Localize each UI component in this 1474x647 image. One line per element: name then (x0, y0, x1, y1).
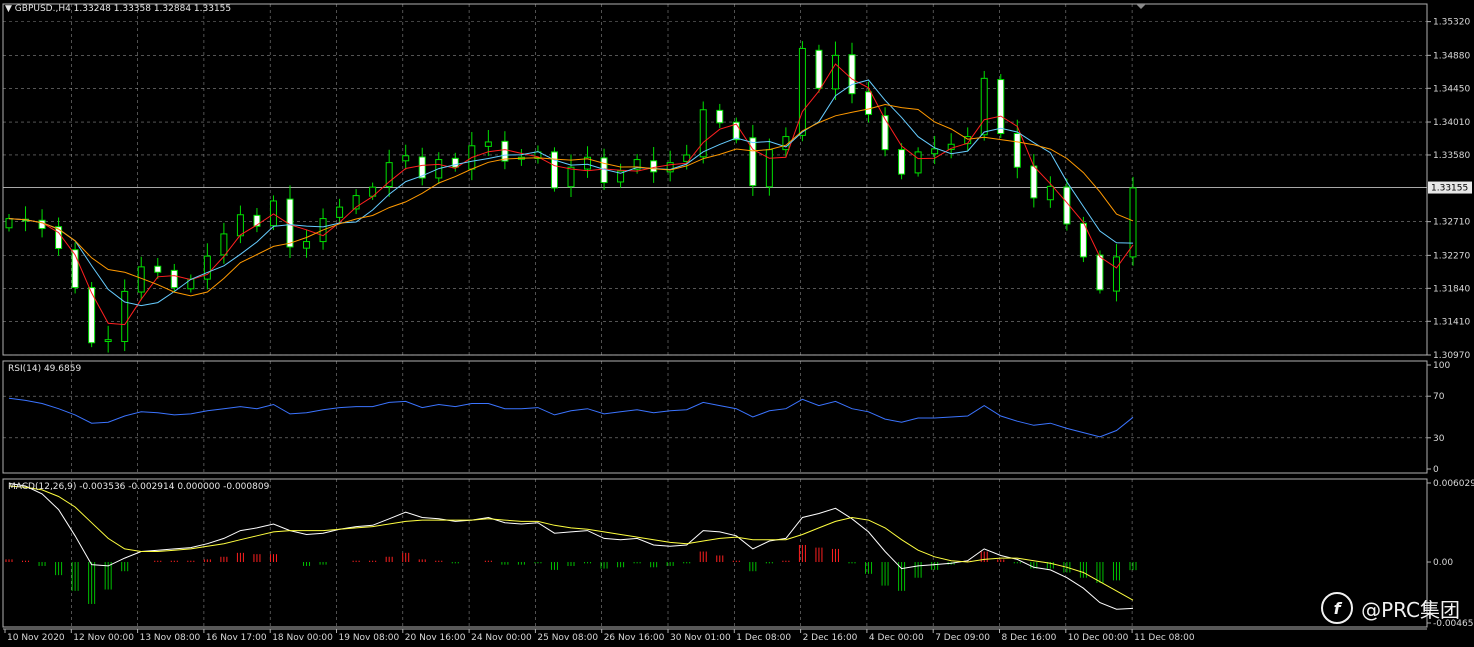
time-tick-label: 12 Nov 00:00 (73, 633, 134, 643)
macd-header: MACD(12,26,9) -0.003536 -0.002914 0.0000… (8, 482, 270, 492)
price-tick-label: 1.32270 (1433, 251, 1470, 261)
time-tick-label: 18 Nov 00:00 (272, 633, 333, 643)
candle-body (5, 218, 13, 229)
time-tick-label: 10 Nov 2020 (7, 633, 65, 643)
time-tick-label: 11 Dec 08:00 (1134, 633, 1195, 643)
price-pane-frame (2, 3, 1428, 356)
price-tick-label: 1.34010 (1433, 118, 1470, 128)
time-tick-label: 13 Nov 08:00 (140, 633, 201, 643)
chart-stage: 1.35320 1.34880 1.34450 1.34010 1.33580 1.327… (2, 3, 1474, 643)
candle-body (104, 339, 112, 343)
candle-body (1079, 222, 1087, 258)
candle-body (1046, 185, 1054, 201)
watermark-text: @PRC集团 (1361, 597, 1460, 622)
candle-body (699, 109, 707, 158)
candle-body (997, 79, 1005, 135)
candle-body (749, 137, 757, 187)
symbol-quote-text: GBPUSD.,H4 1.33248 1.33358 1.32884 1.331… (14, 4, 232, 14)
rsi-tick-label: 100 (1433, 361, 1450, 371)
candle-body (716, 109, 724, 124)
candle-body (484, 141, 492, 147)
candle-body (303, 241, 311, 249)
candle-body (220, 233, 228, 256)
candle-body (798, 47, 806, 136)
price-tick-label: 1.31840 (1433, 284, 1470, 294)
time-tick-label: 19 Nov 08:00 (339, 633, 400, 643)
candle-body (402, 155, 410, 162)
candle-body (170, 269, 178, 289)
watermark: f @PRC集团 (1321, 592, 1460, 624)
candle-body (1112, 256, 1120, 292)
rsi-tick-label: 0 (1433, 465, 1439, 475)
candle-body (898, 149, 906, 175)
prc-logo: f (1321, 592, 1354, 624)
candle-body (567, 166, 575, 188)
candle-body (501, 140, 509, 162)
candle-body (154, 265, 162, 273)
candle-body (385, 162, 393, 188)
time-tick-label: 4 Dec 00:00 (869, 633, 924, 643)
candle-body (815, 49, 823, 89)
candle-body (980, 77, 988, 136)
candle-body (236, 214, 244, 237)
candle-body (451, 157, 459, 168)
ma-slow-line (8, 103, 1134, 297)
time-tick-label: 8 Dec 16:00 (1002, 633, 1057, 643)
macd-tick-label: 0.00 (1433, 558, 1453, 568)
time-tick-label: 2 Dec 16:00 (803, 633, 858, 643)
candle-body (650, 160, 658, 173)
time-tick-label: 30 Nov 01:00 (670, 633, 731, 643)
chart-shift-marker-icon (1136, 4, 1146, 9)
price-tick-label: 1.32710 (1433, 218, 1470, 228)
time-tick-label: 26 Nov 16:00 (604, 633, 665, 643)
candle-body (203, 255, 211, 280)
rsi-header: RSI(14) 49.6859 (8, 364, 82, 374)
candle-body (848, 54, 856, 95)
macd-pane-frame (2, 478, 1428, 628)
current-price-label: 1.33155 (1431, 184, 1468, 194)
candle-body (881, 115, 889, 151)
main-chart-header: ▼ GBPUSD.,H4 1.33248 1.33358 1.32884 1.3… (5, 4, 231, 15)
candle-body (550, 151, 558, 189)
price-tick-label: 1.33580 (1433, 151, 1470, 161)
candle-body (865, 91, 873, 115)
price-tick-label: 1.35320 (1433, 18, 1470, 28)
time-tick-label: 24 Nov 00:00 (471, 633, 532, 643)
price-tick-label: 1.34450 (1433, 84, 1470, 94)
time-tick-label: 1 Dec 08:00 (736, 633, 791, 643)
macd-main-line (8, 482, 1134, 610)
candle-body (831, 54, 839, 90)
candle-body (1096, 254, 1104, 291)
macd-tick-label: 0.006029 (1433, 479, 1474, 489)
candle-body (931, 148, 939, 155)
rsi-tick-label: 70 (1433, 392, 1445, 402)
time-tick-label: 20 Nov 16:00 (405, 633, 466, 643)
time-tick-label: 7 Dec 09:00 (935, 633, 990, 643)
rsi-pane-frame (2, 360, 1428, 474)
candle-body (269, 200, 277, 227)
price-tick-label: 1.31410 (1433, 317, 1470, 327)
candle-body (121, 290, 129, 343)
candle-body (914, 151, 922, 174)
price-tick-label: 1.30970 (1433, 351, 1470, 361)
time-tick-label: 10 Dec 00:00 (1068, 633, 1129, 643)
candle-body (1129, 187, 1137, 258)
candle-body (1030, 165, 1038, 199)
candle-body (765, 149, 773, 188)
time-tick-label: 25 Nov 08:00 (537, 633, 598, 643)
candle-body (1013, 133, 1021, 168)
time-tick-label: 16 Nov 17:00 (206, 633, 267, 643)
rsi-line (8, 397, 1134, 438)
price-tick-label: 1.34880 (1433, 51, 1470, 61)
collapse-arrow-icon[interactable]: ▼ (5, 4, 12, 14)
candle-body (336, 206, 344, 218)
rsi-tick-label: 30 (1433, 434, 1445, 444)
macd-signal-line (8, 485, 1134, 601)
